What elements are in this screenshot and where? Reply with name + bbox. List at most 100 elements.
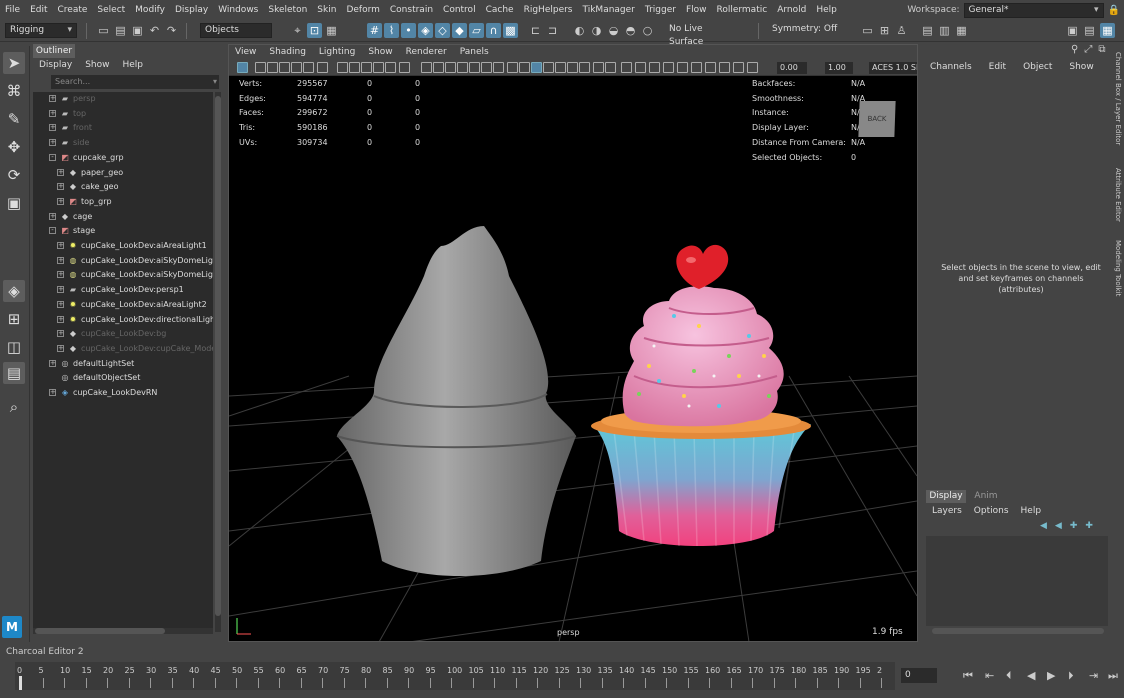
hypershade-icon[interactable]: ◓ <box>623 23 638 38</box>
character-controls-icon[interactable]: ♙ <box>894 23 909 38</box>
viewport-tool-icon[interactable] <box>531 62 542 73</box>
expand-icon[interactable]: + <box>49 124 56 132</box>
lasso-tool-icon[interactable]: ⌘ <box>3 80 25 102</box>
expand-icon[interactable]: + <box>57 271 64 279</box>
expand-icon[interactable]: + <box>57 300 64 308</box>
snap-surface-icon[interactable]: ◇ <box>435 23 450 38</box>
expand-icon[interactable]: + <box>57 315 64 323</box>
menu-flow[interactable]: Flow <box>681 5 712 15</box>
outliner-item[interactable]: + ▰ side <box>33 136 213 150</box>
channel-box-menu-channels[interactable]: Channels <box>930 62 972 72</box>
viewport-tool-icon[interactable] <box>481 62 492 73</box>
expand-icon[interactable]: + <box>49 212 56 220</box>
menu-file[interactable]: File <box>0 5 25 15</box>
expand-icon[interactable]: + <box>57 330 64 338</box>
menu-edit[interactable]: Edit <box>25 5 52 15</box>
current-time-indicator[interactable] <box>19 676 22 690</box>
expand-icon[interactable]: + <box>57 286 64 294</box>
play-backwards-icon[interactable]: ◀ <box>1027 669 1035 682</box>
viewport-tool-icon[interactable] <box>621 62 632 73</box>
viewport-tool-icon[interactable] <box>635 62 646 73</box>
expand-icon[interactable]: + <box>57 242 64 249</box>
timeline-ruler[interactable]: 0 5 10 15 20 25 30 35 40 45 50 55 60 65 70 75 80 85 90 95 10… <box>15 662 895 690</box>
select-object-icon[interactable]: ⊡ <box>307 23 322 38</box>
viewport-tool-icon[interactable] <box>593 62 604 73</box>
outliner-item[interactable]: ◎ defaultObjectSet <box>33 371 213 385</box>
viewport-tool-icon[interactable] <box>349 62 360 73</box>
outliner-menu-show[interactable]: Show <box>85 58 109 72</box>
viewport-menu-shading[interactable]: Shading <box>269 45 306 60</box>
expand-icon[interactable]: + <box>57 344 64 352</box>
expand-icon[interactable]: + <box>57 183 64 191</box>
step-back-frame-icon[interactable]: ⏴ <box>1006 669 1012 683</box>
viewport-menu-renderer[interactable]: Renderer <box>406 45 447 60</box>
four-view-icon[interactable]: ⊞ <box>3 308 25 330</box>
viewport-tool-icon[interactable] <box>361 62 372 73</box>
menu-constrain[interactable]: Constrain <box>385 5 438 15</box>
go-to-end-icon[interactable]: ⏭ <box>1108 669 1118 683</box>
snap-vertex-icon[interactable]: ◆ <box>452 23 467 38</box>
outliner-item[interactable]: + ◆ cage <box>33 210 213 224</box>
channel-box-icon[interactable]: ▦ <box>954 23 969 38</box>
viewport-tool-icon[interactable] <box>303 62 314 73</box>
outliner-item[interactable]: + ◎ defaultLightSet <box>33 357 213 371</box>
viewport-tool-icon[interactable] <box>469 62 480 73</box>
viewport-tool-icon[interactable] <box>373 62 384 73</box>
viewport-tool-icon[interactable] <box>421 62 432 73</box>
modeling-toolkit-icon[interactable]: ⊞ <box>877 23 892 38</box>
expand-icon[interactable]: + <box>49 389 56 396</box>
viewport-tool-icon[interactable] <box>719 62 730 73</box>
go-to-start-icon[interactable]: ⏮ <box>963 669 973 683</box>
layer-move-down-icon[interactable]: ◀ <box>1055 521 1062 531</box>
outliner-item[interactable]: - ◩ cupcake_grp <box>33 151 213 165</box>
step-forward-frame-icon[interactable]: ⏵ <box>1068 669 1074 683</box>
expand-icon[interactable]: + <box>57 256 64 264</box>
viewport-tool-icon[interactable] <box>543 62 554 73</box>
viewport-tool-icon[interactable] <box>579 62 590 73</box>
render-icon[interactable]: ◐ <box>572 23 587 38</box>
menu-modify[interactable]: Modify <box>130 5 170 15</box>
expand-icon[interactable]: + <box>57 197 64 205</box>
viewport-tool-icon[interactable] <box>317 62 328 73</box>
exposure-field[interactable]: 0.00 <box>777 62 807 74</box>
charcoal-editor-bar[interactable]: Charcoal Editor 2 <box>0 644 1124 660</box>
layer-scrollbar[interactable] <box>932 628 1104 634</box>
move-tool-icon[interactable]: ✥ <box>3 136 25 158</box>
play-forwards-icon[interactable]: ▶ <box>1047 669 1055 682</box>
menu-windows[interactable]: Windows <box>213 5 263 15</box>
layer-move-up-icon[interactable]: ◀ <box>1040 521 1047 531</box>
menu-righelpers[interactable]: RigHelpers <box>519 5 578 15</box>
select-hierarchy-icon[interactable]: ⌖ <box>290 23 305 38</box>
tab-outliner[interactable]: Outliner <box>33 44 75 58</box>
viewport-tool-icon[interactable] <box>291 62 302 73</box>
viewport-tool-icon[interactable] <box>337 62 348 73</box>
outliner-item[interactable]: + ✹ cupCake_LookDev:directionalLight <box>33 313 213 327</box>
redo-icon[interactable]: ↷ <box>164 23 179 38</box>
colorspace-field[interactable]: ACES 1.0 SD <box>869 62 917 74</box>
menu-select[interactable]: Select <box>92 5 130 15</box>
viewport-tool-icon[interactable] <box>445 62 456 73</box>
outliner-item[interactable]: + ◆ cupCake_LookDev:bg <box>33 327 213 341</box>
current-frame-field[interactable]: 0 <box>901 668 937 683</box>
tab-modeling-toolkit[interactable]: Modeling Toolkit <box>1114 240 1122 296</box>
rig-icon[interactable]: ⚲ <box>1071 44 1078 55</box>
workspace-dropdown[interactable]: General* ▾ <box>963 2 1104 18</box>
viewport-tool-icon[interactable] <box>705 62 716 73</box>
float-icon[interactable]: ⧉ <box>1098 44 1105 55</box>
outliner-search-input[interactable]: Search... <box>51 75 219 89</box>
viewcube[interactable]: BACK <box>858 101 896 137</box>
snap-grid-icon[interactable]: # <box>367 23 382 38</box>
lock-icon[interactable]: 🔒 <box>1108 5 1120 16</box>
outliner-horizontal-scrollbar[interactable] <box>33 628 213 634</box>
viewport-tool-icon[interactable] <box>733 62 744 73</box>
viewport-tool-icon[interactable] <box>507 62 518 73</box>
live-surface-field[interactable]: No Live Surface <box>665 23 737 47</box>
outliner-item[interactable]: + ◆ paper_geo <box>33 166 213 180</box>
expand-icon[interactable]: ⤢ <box>1084 44 1092 55</box>
viewport-tool-icon[interactable] <box>747 62 758 73</box>
outliner-menu-help[interactable]: Help <box>122 58 143 72</box>
menu-skeleton[interactable]: Skeleton <box>263 5 312 15</box>
viewport-tool-icon[interactable] <box>457 62 468 73</box>
paint-select-tool-icon[interactable]: ✎ <box>3 108 25 130</box>
tab-anim[interactable]: Anim <box>966 490 1006 503</box>
